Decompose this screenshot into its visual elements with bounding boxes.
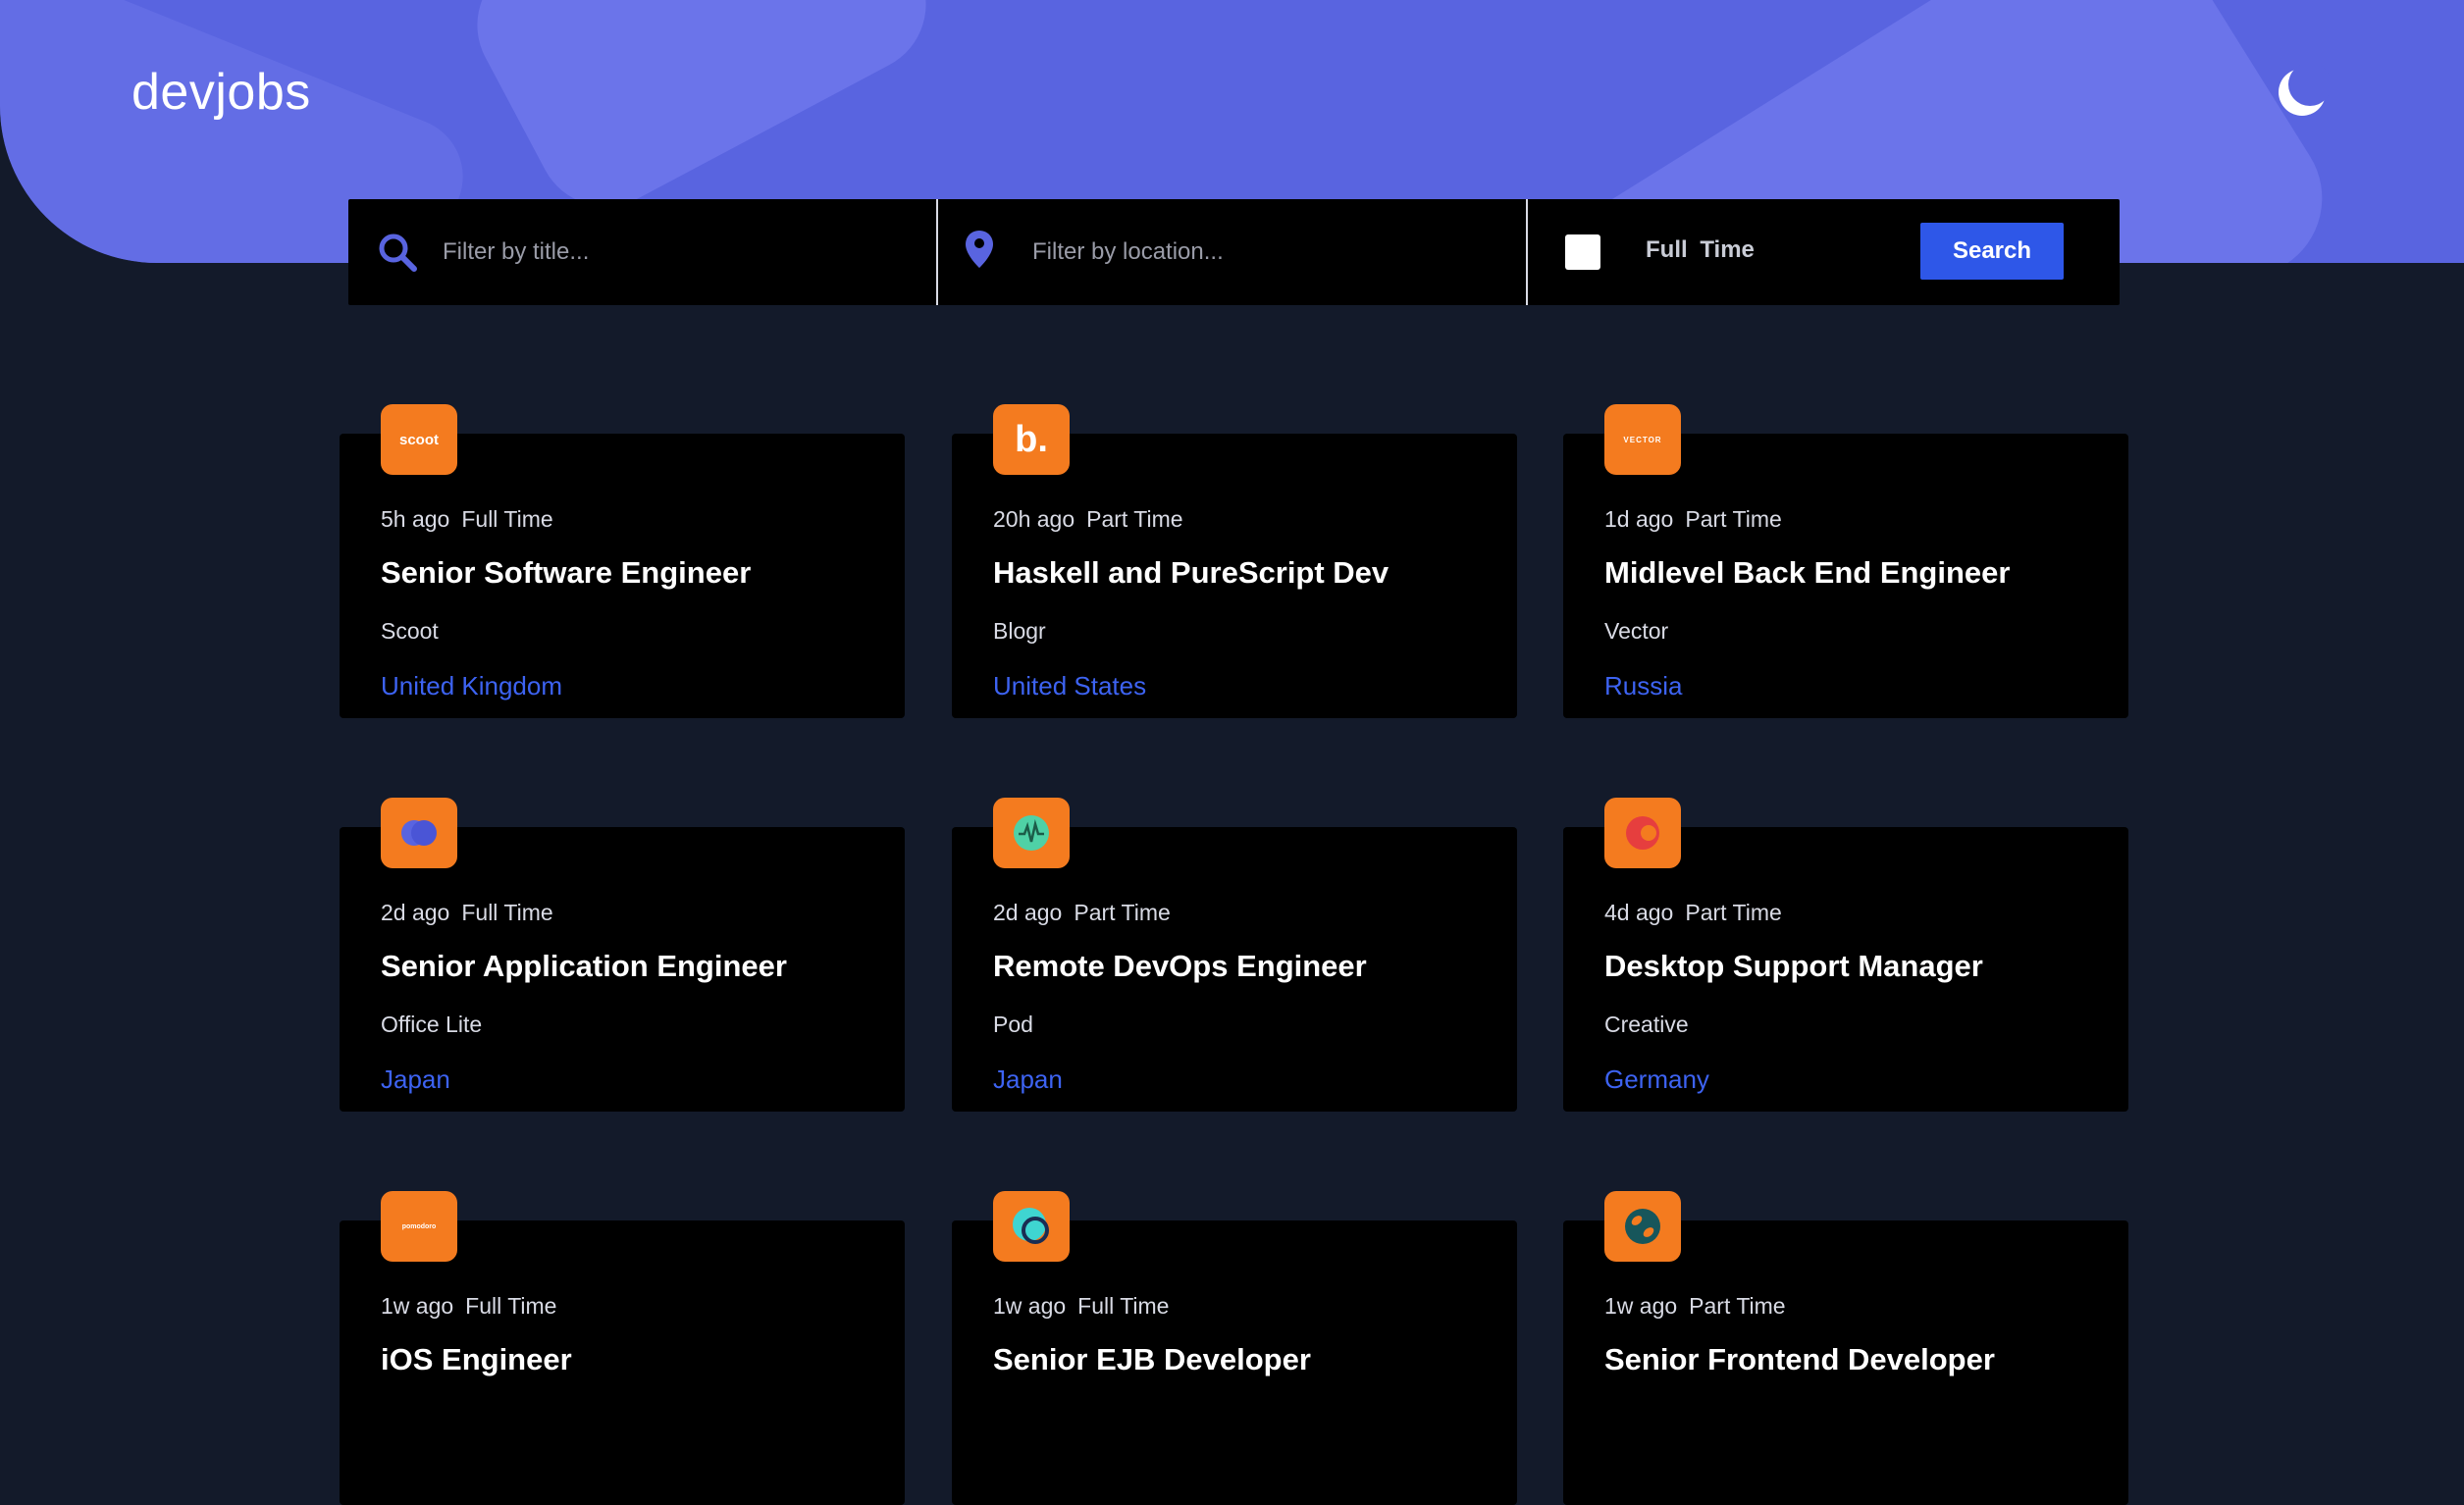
officelite-logo-icon (381, 798, 457, 868)
contract-filter: Full Time Search (1528, 199, 2120, 305)
company-name: Office Lite (381, 1012, 483, 1037)
scoot-logo-icon: scoot (381, 404, 457, 475)
job-meta: 20h ago Part Time (993, 506, 1183, 533)
company-logo-text: scoot (398, 431, 439, 448)
job-title[interactable]: Senior EJB Developer (993, 1342, 1311, 1377)
job-card-senior-software-engineer[interactable]: scoot 5h ago Full Time Senior Software Engi… (340, 404, 905, 718)
job-location: United States (993, 671, 1147, 701)
location-filter-input[interactable] (1032, 234, 1494, 270)
job-title[interactable]: Remote DevOps Engineer (993, 949, 1367, 984)
fulltime-label[interactable]: Full Time (1646, 236, 1755, 264)
contract-type: Part Time (1086, 506, 1183, 532)
contract-type: Full Time (461, 900, 553, 925)
job-card-remote-devops-engineer[interactable]: 2d ago Part Time Remote DevOps Engineer Pod… (952, 798, 1517, 1112)
vector-logo-icon: VECTOR (1604, 404, 1681, 475)
job-title[interactable]: Haskell and PureScript Dev (993, 555, 1389, 591)
job-meta: 5h ago Full Time (381, 506, 553, 533)
company-logo-text: VECTOR (1623, 435, 1662, 444)
posted-at: 1d ago (1604, 506, 1674, 532)
search-button[interactable]: Search (1920, 223, 2064, 280)
blogr-logo-icon: b. (993, 404, 1070, 475)
contract-type: Part Time (1685, 506, 1782, 532)
job-meta: 1d ago Part Time (1604, 506, 1782, 533)
posted-at: 4d ago (1604, 900, 1674, 925)
job-title[interactable]: Senior Frontend Developer (1604, 1342, 1995, 1377)
job-location: United Kingdom (381, 671, 562, 701)
contract-type: Full Time (1077, 1293, 1170, 1319)
pomodoro-logo-icon: pomodoro (381, 1191, 457, 1262)
posted-at: 1w ago (1604, 1293, 1678, 1319)
job-meta: 2d ago Full Time (381, 900, 553, 926)
job-meta: 4d ago Part Time (1604, 900, 1782, 926)
job-meta: 1w ago Part Time (1604, 1293, 1786, 1320)
site-logo[interactable]: devjobs (131, 63, 311, 122)
creative-logo-icon (1604, 798, 1681, 868)
job-card-desktop-support-manager[interactable]: 4d ago Part Time Desktop Support Manager Cr… (1563, 798, 2128, 1112)
maker-logo-icon (993, 1191, 1070, 1262)
job-location: Japan (381, 1064, 450, 1094)
job-card-senior-application-engineer[interactable]: 2d ago Full Time Senior Application Engine… (340, 798, 905, 1112)
company-logo-text: b. (1015, 418, 1048, 460)
search-icon (376, 229, 421, 276)
posted-at: 2d ago (381, 900, 450, 925)
posted-at: 2d ago (993, 900, 1063, 925)
job-card-haskell-and-purescript-dev[interactable]: b. 20h ago Part Time Haskell and PureScript… (952, 404, 1517, 718)
job-card-senior-frontend-developer[interactable]: 1w ago Part Time Senior Frontend Developer (1563, 1191, 2128, 1505)
job-title[interactable]: Midlevel Back End Engineer (1604, 555, 2010, 591)
filter-bar: Full Time Search (348, 199, 2120, 305)
job-card-midlevel-back-end-engineer[interactable]: VECTOR 1d ago Part Time Midlevel Back End E… (1563, 404, 2128, 718)
job-meta: 1w ago Full Time (381, 1293, 556, 1320)
title-filter-input[interactable] (443, 234, 904, 270)
fulltime-checkbox[interactable] (1565, 234, 1600, 270)
company-name: Scoot (381, 618, 439, 644)
contract-type: Full Time (461, 506, 553, 532)
company-name: Vector (1604, 618, 1669, 644)
job-location: Japan (993, 1064, 1063, 1094)
posted-at: 20h ago (993, 506, 1075, 532)
job-title[interactable]: Senior Application Engineer (381, 949, 787, 984)
job-meta: 2d ago Part Time (993, 900, 1171, 926)
coffeeroasters-logo-icon (1604, 1191, 1681, 1262)
company-name: Pod (993, 1012, 1033, 1037)
pod-logo-icon (993, 798, 1070, 868)
contract-type: Full Time (465, 1293, 557, 1319)
job-location: Germany (1604, 1064, 1709, 1094)
job-location: Russia (1604, 671, 1683, 701)
company-name: Creative (1604, 1012, 1689, 1037)
job-meta: 1w ago Full Time (993, 1293, 1169, 1320)
header-decoration (452, 0, 951, 232)
contract-type: Part Time (1074, 900, 1171, 925)
company-logo-text: pomodoro (401, 1222, 437, 1230)
job-card-ios-engineer[interactable]: pomodoro 1w ago Full Time iOS Engineer (340, 1191, 905, 1505)
job-card-senior-ejb-developer[interactable]: 1w ago Full Time Senior EJB Developer (952, 1191, 1517, 1505)
company-name: Blogr (993, 618, 1046, 644)
location-filter (938, 199, 1528, 305)
moon-icon[interactable] (2275, 63, 2332, 120)
location-pin-icon (966, 229, 1011, 276)
contract-type: Part Time (1685, 900, 1782, 925)
title-filter (348, 199, 938, 305)
contract-type: Part Time (1689, 1293, 1786, 1319)
posted-at: 1w ago (381, 1293, 454, 1319)
posted-at: 5h ago (381, 506, 450, 532)
job-title[interactable]: iOS Engineer (381, 1342, 572, 1377)
posted-at: 1w ago (993, 1293, 1067, 1319)
job-title[interactable]: Desktop Support Manager (1604, 949, 1983, 984)
job-title[interactable]: Senior Software Engineer (381, 555, 751, 591)
